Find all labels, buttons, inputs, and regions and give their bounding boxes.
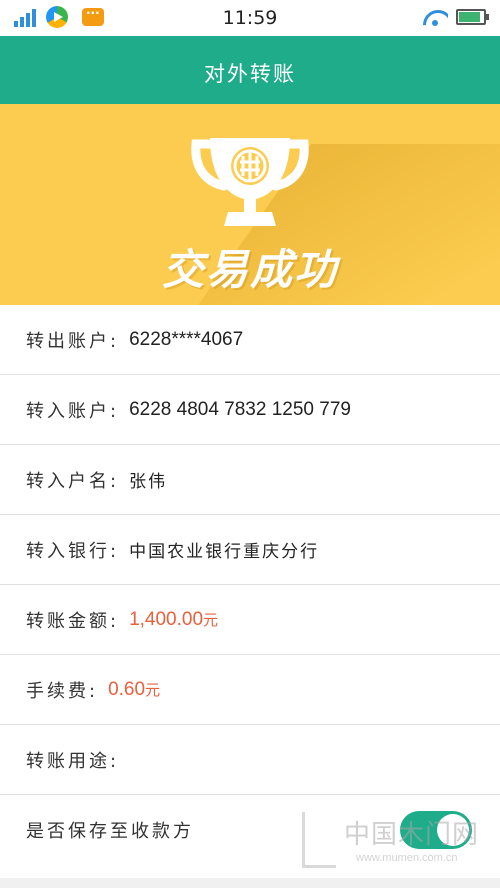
to-account-label: 转入账户: <box>26 400 120 422</box>
amount-value: 1,400.00 <box>129 608 204 630</box>
fee-unit: 元 <box>145 680 161 699</box>
transfer-details: 转出账户: 6228****4067 转入账户: 6228 4804 7832 … <box>0 305 500 865</box>
success-text: 交易成功 <box>161 245 338 294</box>
amount-label: 转账金额: <box>26 610 120 632</box>
from-account-label: 转出账户: <box>26 330 120 352</box>
purpose-label: 转账用途: <box>26 750 120 772</box>
amount-value-group: 1,400.00元 <box>129 609 218 631</box>
to-account-row: 转入账户: 6228 4804 7832 1250 779 <box>0 375 500 445</box>
wifi-icon <box>422 8 448 26</box>
watermark-title: 中国木门网 <box>344 820 480 850</box>
success-banner: 交易成功 <box>0 104 500 305</box>
fee-row: 手续费: 0.60元 <box>0 655 500 725</box>
to-bank-row: 转入银行: 中国农业银行重庆分行 <box>0 515 500 585</box>
from-account-row: 转出账户: 6228****4067 <box>0 305 500 375</box>
fee-label: 手续费: <box>26 680 99 702</box>
to-name-value: 张伟 <box>129 472 168 492</box>
save-payee-label: 是否保存至收款方 <box>26 821 194 842</box>
watermark-logo-icon <box>302 812 336 868</box>
status-bar: 11:59 <box>0 0 500 36</box>
page-title: 对外转账 <box>204 62 296 86</box>
to-bank-label: 转入银行: <box>26 540 120 562</box>
trophy-bank-logo-icon <box>191 138 309 226</box>
amount-row: 转账金额: 1,400.00元 <box>0 585 500 655</box>
nav-bar: 对外转账 <box>0 36 500 104</box>
bottom-strip <box>0 878 500 888</box>
fee-value: 0.60 <box>108 678 146 700</box>
watermark-url: www.mumen.com.cn <box>356 852 458 864</box>
battery-level <box>459 12 481 22</box>
battery-icon <box>456 9 489 25</box>
amount-unit: 元 <box>203 610 219 629</box>
to-account-value: 6228 4804 7832 1250 779 <box>129 398 351 420</box>
status-bar-right <box>422 8 489 26</box>
to-name-label: 转入户名: <box>26 470 120 492</box>
from-account-value: 6228****4067 <box>129 328 244 350</box>
fee-value-group: 0.60元 <box>108 679 160 701</box>
to-bank-value: 中国农业银行重庆分行 <box>129 542 320 562</box>
purpose-row: 转账用途: <box>0 725 500 795</box>
to-name-row: 转入户名: 张伟 <box>0 445 500 515</box>
watermark: 中国木门网 www.mumen.com.cn <box>300 808 495 878</box>
